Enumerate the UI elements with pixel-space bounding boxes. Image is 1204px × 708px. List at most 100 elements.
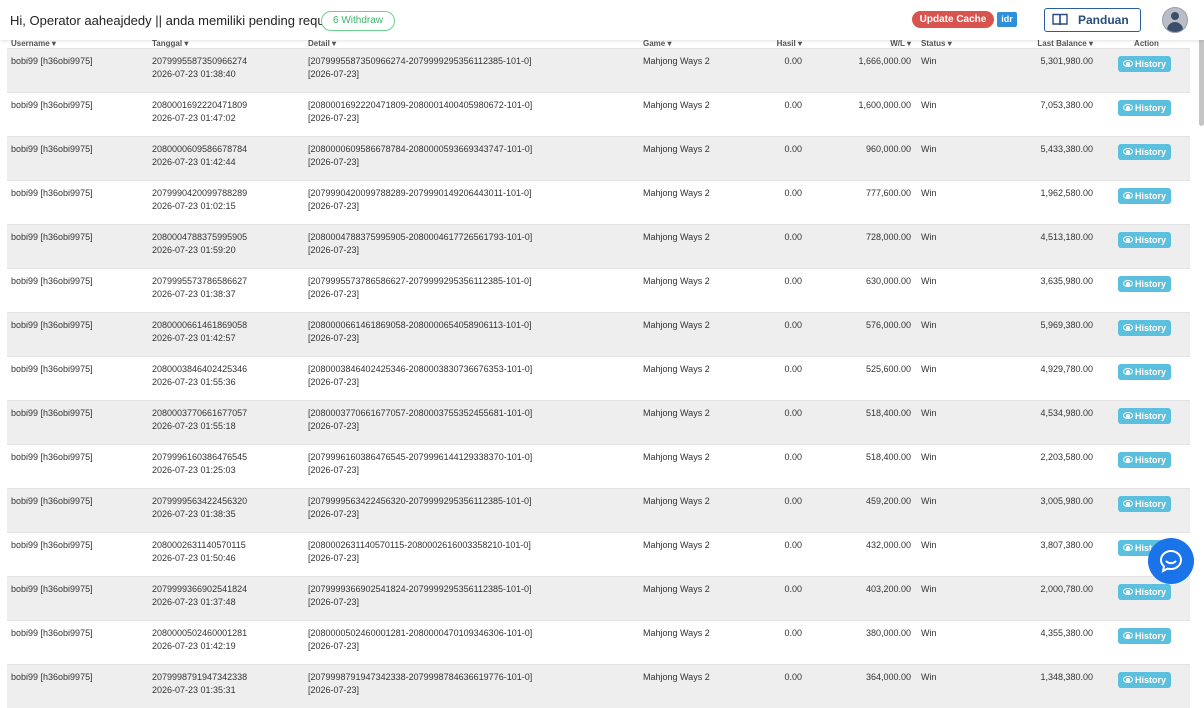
transactions-table: Username ▾ Tanggal ▾ Detail ▾ Game ▾ Has… <box>7 38 1190 708</box>
cell-action: History <box>1099 313 1190 357</box>
cell-status: Win <box>917 445 1013 489</box>
cell-action: History <box>1099 225 1190 269</box>
history-button[interactable]: History <box>1118 672 1171 688</box>
greeting-text: Hi, Operator aaheajdedy || anda memiliki… <box>10 13 346 28</box>
chat-icon <box>1159 549 1183 573</box>
cell-hasil: 0.00 <box>746 445 808 489</box>
detail-text: [2079990420099788289-2079990149206443011… <box>308 187 639 200</box>
transaction-id: 2079990420099788289 <box>152 187 304 200</box>
cell-status: Win <box>917 665 1013 708</box>
cell-username: bobi99 [h36obi9975] <box>7 313 148 357</box>
cell-action: History <box>1099 445 1190 489</box>
cell-last-balance: 5,433,380.00 <box>1013 137 1099 181</box>
chat-widget-button[interactable] <box>1148 538 1194 584</box>
cell-hasil: 0.00 <box>746 357 808 401</box>
transaction-time: 2026-07-23 01:55:18 <box>152 420 304 433</box>
cell-status: Win <box>917 401 1013 445</box>
eye-icon <box>1123 632 1133 639</box>
transaction-time: 2026-07-23 01:55:36 <box>152 376 304 389</box>
history-button[interactable]: History <box>1118 56 1171 72</box>
cell-detail: [2080000661461869058-2080000654058906113… <box>304 313 639 357</box>
table-row: bobi99 [h36obi9975]208000478837599590520… <box>7 225 1190 269</box>
history-button[interactable]: History <box>1118 628 1171 644</box>
transaction-time: 2026-07-23 01:38:37 <box>152 288 304 301</box>
sort-icon: ▾ <box>798 39 802 48</box>
cell-username: bobi99 [h36obi9975] <box>7 401 148 445</box>
detail-date: [2026-07-23] <box>308 420 639 433</box>
cell-last-balance: 7,053,380.00 <box>1013 93 1099 137</box>
detail-date: [2026-07-23] <box>308 112 639 125</box>
table-row: bobi99 [h36obi9975]207999616038647654520… <box>7 445 1190 489</box>
detail-date: [2026-07-23] <box>308 156 639 169</box>
transaction-time: 2026-07-23 01:59:20 <box>152 244 304 257</box>
cell-last-balance: 2,203,580.00 <box>1013 445 1099 489</box>
history-button[interactable]: History <box>1118 364 1171 380</box>
table-row: bobi99 [h36obi9975]207999042009978828920… <box>7 181 1190 225</box>
eye-icon <box>1123 280 1133 287</box>
eye-icon <box>1123 324 1133 331</box>
cell-detail: [2079995573786586627-2079999295356112385… <box>304 269 639 313</box>
pending-withdraw-badge[interactable]: 6 Withdraw <box>321 11 395 31</box>
cell-hasil: 0.00 <box>746 489 808 533</box>
eye-icon <box>1123 236 1133 243</box>
history-button[interactable]: History <box>1118 584 1171 600</box>
table-row: bobi99 [h36obi9975]208000066146186905820… <box>7 313 1190 357</box>
cell-tanggal: 20800006614618690582026-07-23 01:42:57 <box>148 313 304 357</box>
cell-detail: [2079996160386476545-2079996144129338370… <box>304 445 639 489</box>
cell-game: Mahjong Ways 2 <box>639 533 746 577</box>
cell-status: Win <box>917 577 1013 621</box>
cell-hasil: 0.00 <box>746 137 808 181</box>
history-button[interactable]: History <box>1118 320 1171 336</box>
history-button[interactable]: History <box>1118 452 1171 468</box>
cell-tanggal: 20800037706616770572026-07-23 01:55:18 <box>148 401 304 445</box>
cell-wl: 403,200.00 <box>808 577 917 621</box>
cell-detail: [2080004788375995905-2080004617726561793… <box>304 225 639 269</box>
cell-wl: 432,000.00 <box>808 533 917 577</box>
history-button[interactable]: History <box>1118 144 1171 160</box>
table-body: bobi99 [h36obi9975] 2079995587350966274 20… <box>7 49 1190 708</box>
transaction-time: 2026-07-23 01:38:35 <box>152 508 304 521</box>
user-avatar[interactable] <box>1162 7 1188 33</box>
transaction-id: 2079995587350966274 <box>152 55 304 68</box>
cell-username: bobi99 [h36obi9975] <box>7 49 148 93</box>
cell-wl: 576,000.00 <box>808 313 917 357</box>
cell-detail: [2079999563422456320-2079999295356112385… <box>304 489 639 533</box>
cell-username: bobi99 [h36obi9975] <box>7 93 148 137</box>
cell-action: History <box>1099 357 1190 401</box>
cell-detail: [2079999366902541824-2079999295356112385… <box>304 577 639 621</box>
transaction-id: 2079999563422456320 <box>152 495 304 508</box>
update-cache-button[interactable]: Update Cache <box>912 11 994 28</box>
history-button[interactable]: History <box>1118 408 1171 424</box>
vertical-scrollbar[interactable] <box>1199 26 1204 126</box>
cell-wl: 459,200.00 <box>808 489 917 533</box>
history-button[interactable]: History <box>1118 188 1171 204</box>
cell-status: Win <box>917 225 1013 269</box>
history-button[interactable]: History <box>1118 496 1171 512</box>
cell-last-balance: 3,635,980.00 <box>1013 269 1099 313</box>
detail-date: [2026-07-23] <box>308 200 639 213</box>
transaction-time: 2026-07-23 01:02:15 <box>152 200 304 213</box>
transaction-time: 2026-07-23 01:25:03 <box>152 464 304 477</box>
cell-game: Mahjong Ways 2 <box>639 269 746 313</box>
cell-action: History <box>1099 269 1190 313</box>
table-row: bobi99 [h36obi9975]208000263114057011520… <box>7 533 1190 577</box>
cell-last-balance: 3,005,980.00 <box>1013 489 1099 533</box>
cell-action: History <box>1099 49 1190 93</box>
history-button[interactable]: History <box>1118 100 1171 116</box>
cell-action: History <box>1099 181 1190 225</box>
cell-game: Mahjong Ways 2 <box>639 225 746 269</box>
cell-last-balance: 5,969,380.00 <box>1013 313 1099 357</box>
panduan-button[interactable]: Panduan <box>1044 8 1141 32</box>
detail-date: [2026-07-23] <box>308 464 639 477</box>
eye-icon <box>1123 500 1133 507</box>
detail-text: [2079998791947342338-2079998784636619776… <box>308 671 639 684</box>
cell-last-balance: 1,348,380.00 <box>1013 665 1099 708</box>
top-bar: Hi, Operator aaheajdedy || anda memiliki… <box>0 0 1204 40</box>
history-button[interactable]: History <box>1118 232 1171 248</box>
history-button[interactable]: History <box>1118 276 1171 292</box>
table-row: bobi99 [h36obi9975]207999936690254182420… <box>7 577 1190 621</box>
panduan-label: Panduan <box>1078 13 1129 27</box>
cell-tanggal: 20800005024600012812026-07-23 01:42:19 <box>148 621 304 665</box>
detail-text: [2079995587350966274-2079999295356112385… <box>308 55 639 68</box>
detail-text: [2080003846402425346-2080003830736676353… <box>308 363 639 376</box>
